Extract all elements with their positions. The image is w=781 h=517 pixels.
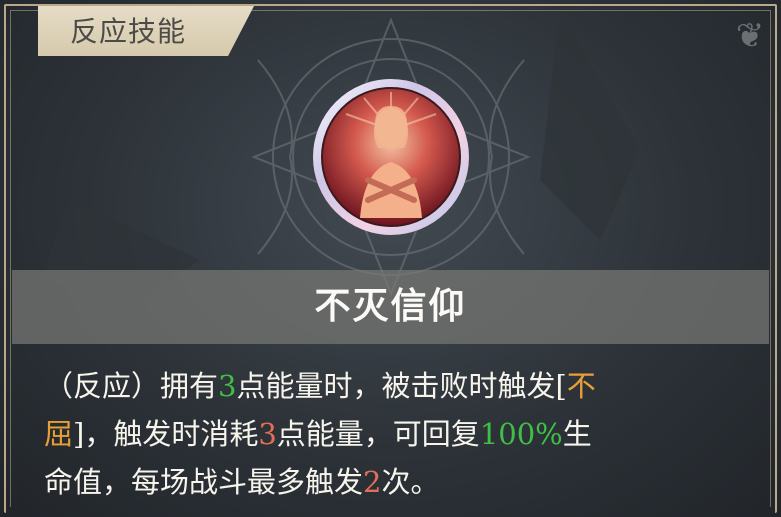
desc-text: 命值，每场战斗最多触发 (44, 465, 364, 499)
desc-text: 次。 (381, 465, 440, 499)
energy-value: 3 (218, 369, 237, 403)
skill-card-panel: 反应技能 ❦ 不灭信仰 （反应）拥有3点能量时，被击败时触发[不 屈]，触发时消… (0, 0, 781, 517)
trigger-count-value: 2 (363, 465, 382, 499)
energy-cost-value: 3 (258, 417, 277, 451)
praying-saint-portrait-icon[interactable] (312, 78, 470, 236)
desc-text: （反应）拥有 (44, 369, 219, 403)
category-tab-label: 反应技能 (70, 15, 187, 48)
desc-text: 点能量时，被击败时触发[ (236, 369, 567, 403)
keyword-unyielding[interactable]: 屈 (44, 417, 73, 451)
skill-name: 不灭信仰 (314, 286, 467, 327)
keyword-unyielding[interactable]: 不 (567, 369, 596, 403)
desc-text: 生 (562, 417, 592, 451)
desc-text: 点能量，可回复 (276, 417, 480, 451)
heal-percent-value: 100% (479, 417, 563, 451)
desc-text: ]，触发时消耗 (73, 417, 259, 451)
skill-description: （反应）拥有3点能量时，被击败时触发[不 屈]，触发时消耗3点能量，可回复100… (44, 362, 744, 506)
fleur-ornament-icon: ❦ (735, 16, 765, 56)
